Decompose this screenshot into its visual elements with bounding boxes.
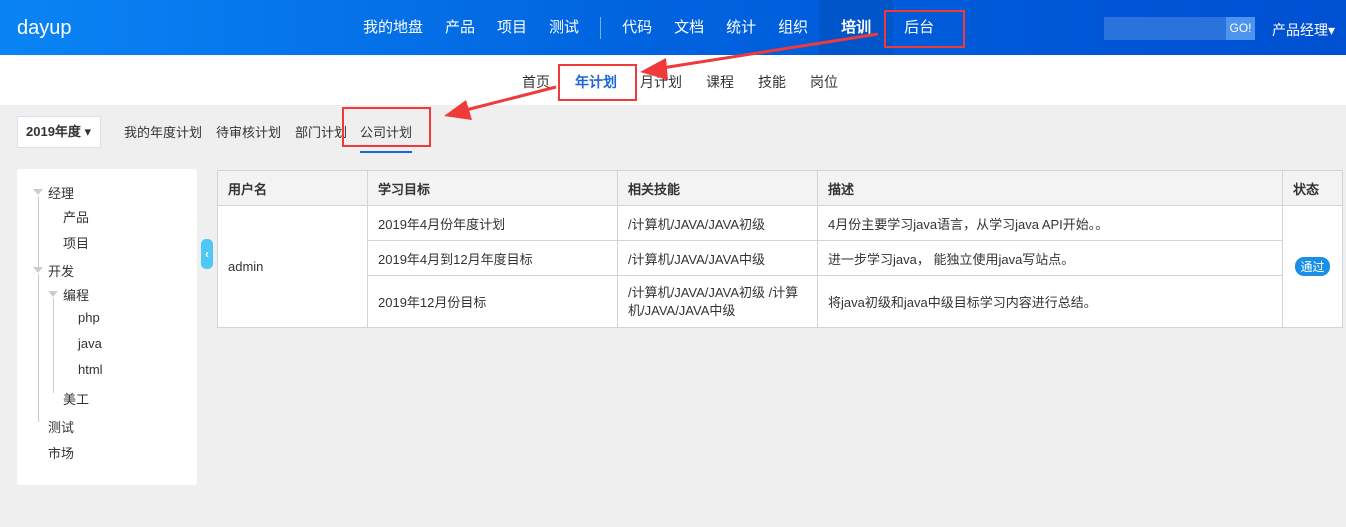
nav-doc[interactable]: 文档: [663, 0, 715, 55]
col-header: 相关技能: [617, 170, 818, 206]
category-tree: 经理 产品 项目 开发 编程 php java html 美工 测试 市场: [17, 169, 197, 485]
col-header: 用户名: [217, 170, 368, 206]
cell-desc: 进一步学习java， 能独立使用java写站点。: [817, 240, 1283, 276]
tree-item[interactable]: 经理: [48, 183, 74, 202]
collapse-icon[interactable]: [33, 267, 43, 273]
cell-desc: 4月份主要学习java语言，从学习java API开始。。: [817, 205, 1283, 241]
tree-item[interactable]: 产品: [63, 207, 89, 226]
cell-skill: /计算机/JAVA/JAVA中级: [617, 240, 818, 276]
tree-item[interactable]: 美工: [63, 389, 89, 408]
tree-item[interactable]: 编程: [63, 285, 89, 304]
main-nav: 我的地盘 产品 项目 测试 代码 文档 统计 组织 培训 后台: [352, 0, 945, 55]
sub-nav: 首页 年计划 月计划 课程 技能 岗位: [0, 55, 1346, 105]
nav-code[interactable]: 代码: [611, 0, 663, 55]
cell-goal: 2019年12月份目标: [367, 275, 618, 328]
cell-skill: /计算机/JAVA/JAVA初级: [617, 205, 818, 241]
subnav-month-plan[interactable]: 月计划: [640, 72, 682, 92]
subnav-post[interactable]: 岗位: [810, 72, 838, 92]
plan-table: 用户名 学习目标 相关技能 描述 状态 admin 2019年4月份年度计划 /…: [217, 170, 1343, 328]
tree-item[interactable]: 开发: [48, 261, 74, 280]
logo[interactable]: dayup: [17, 17, 72, 40]
tree-item[interactable]: 测试: [48, 417, 74, 436]
status-badge: 通过: [1295, 257, 1330, 276]
col-header: 描述: [817, 170, 1283, 206]
table-row: admin 2019年4月份年度计划 /计算机/JAVA/JAVA初级 4月份主…: [217, 205, 1343, 328]
table-row: 2019年12月份目标 /计算机/JAVA/JAVA初级 /计算机/JAVA/J…: [218, 275, 1343, 328]
table-row: 2019年4月到12月年度目标 /计算机/JAVA/JAVA中级 进一步学习ja…: [218, 240, 1343, 276]
tab-dept[interactable]: 部门计划: [295, 122, 347, 141]
tree-item[interactable]: 市场: [48, 443, 74, 462]
nav-test[interactable]: 测试: [538, 0, 590, 55]
nav-divider: [600, 16, 602, 39]
cell-goal: 2019年4月到12月年度目标: [367, 240, 618, 276]
annotation-box: [884, 10, 965, 48]
cell-user: admin: [217, 205, 368, 328]
annotation-box: [558, 64, 637, 101]
search-input[interactable]: [1104, 17, 1226, 40]
tab-my-plan[interactable]: 我的年度计划: [124, 122, 202, 141]
cell-goal: 2019年4月份年度计划: [367, 205, 618, 241]
tree-item[interactable]: html: [78, 362, 103, 377]
cell-desc: 将java初级和java中级目标学习内容进行总结。: [817, 275, 1283, 328]
year-selector[interactable]: 2019年度 ▾: [17, 116, 101, 148]
tab-pending[interactable]: 待审核计划: [216, 122, 281, 141]
col-header: 状态: [1282, 170, 1343, 206]
go-button[interactable]: GO!: [1226, 17, 1255, 40]
subnav-course[interactable]: 课程: [706, 72, 734, 92]
tree-item[interactable]: java: [78, 336, 102, 351]
nav-stats[interactable]: 统计: [715, 0, 767, 55]
nav-project[interactable]: 项目: [486, 0, 538, 55]
nav-my[interactable]: 我的地盘: [352, 0, 434, 55]
cell-skill: /计算机/JAVA/JAVA初级 /计算机/JAVA/JAVA中级: [617, 275, 818, 328]
sidebar-toggle-chevron-left-icon[interactable]: ‹: [201, 239, 213, 269]
nav-org[interactable]: 组织: [767, 0, 819, 55]
tree-item[interactable]: 项目: [63, 233, 89, 252]
top-bar: dayup 我的地盘 产品 项目 测试 代码 文档 统计 组织 培训 后台 GO…: [0, 0, 1346, 55]
nav-product[interactable]: 产品: [434, 0, 486, 55]
subnav-home[interactable]: 首页: [522, 72, 550, 92]
col-header: 学习目标: [367, 170, 618, 206]
annotation-box: [342, 107, 431, 147]
user-menu[interactable]: 产品经理▾: [1272, 20, 1335, 40]
tree-item[interactable]: php: [78, 310, 100, 325]
collapse-icon[interactable]: [33, 189, 43, 195]
subnav-skill[interactable]: 技能: [758, 72, 786, 92]
nav-training[interactable]: 培训: [819, 0, 894, 55]
collapse-icon[interactable]: [48, 291, 58, 297]
